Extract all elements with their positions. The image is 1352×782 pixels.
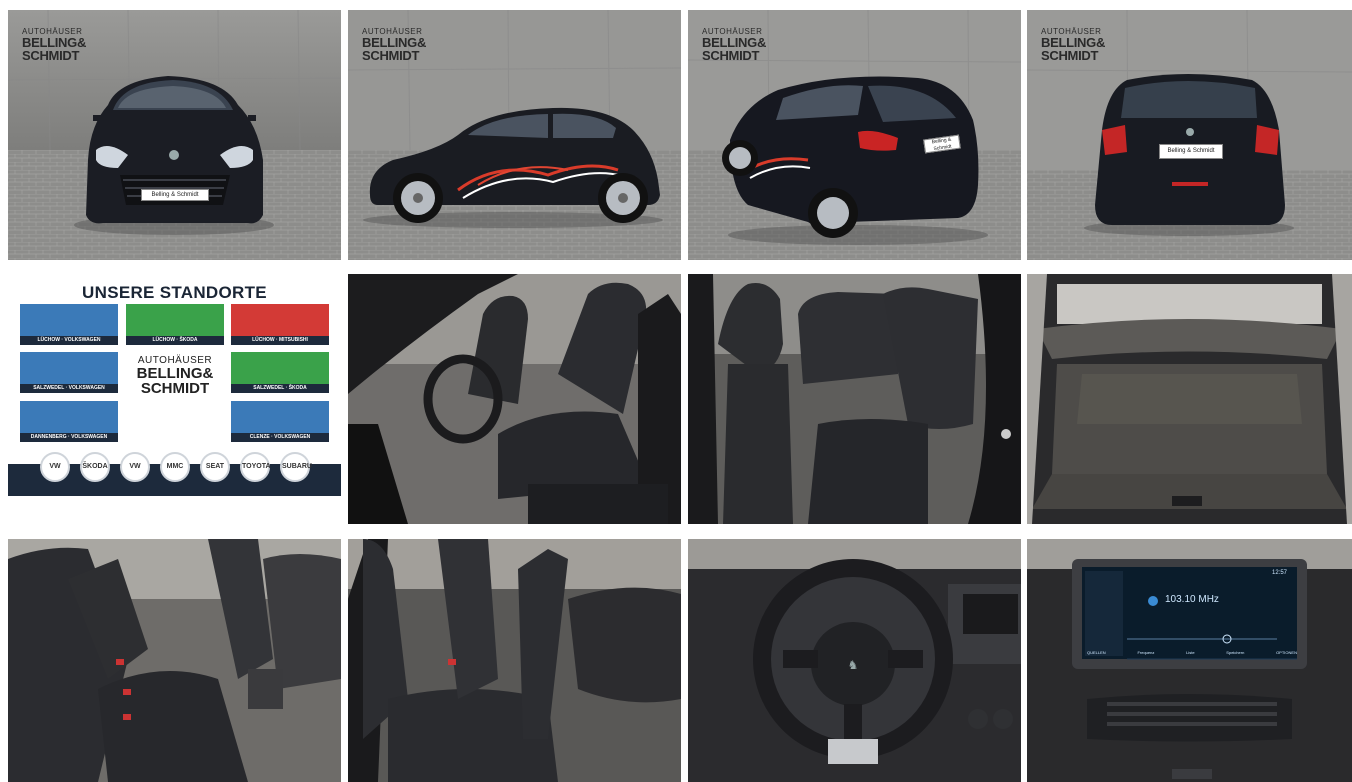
photo-side[interactable]: AUTOHÄUSER BELLING& SCHMIDT (348, 10, 681, 260)
site-photo-1 (20, 304, 118, 336)
site-label-4: SALZWEDEL · VOLKSWAGEN (20, 384, 118, 393)
locations-title: UNSERE STANDORTE (82, 283, 267, 302)
photo-rear-three-quarter[interactable]: AUTOHÄUSER BELLING& SCHMIDT Belling & Sc… (688, 10, 1021, 260)
photo-locations[interactable]: UNSERE STANDORTE LÜCHOW · VOLKSWAGEN LÜC… (8, 274, 341, 496)
site-label-1: LÜCHOW · VOLKSWAGEN (20, 336, 118, 345)
trunk-image (1027, 274, 1352, 524)
photo-front[interactable]: AUTOHÄUSER BELLING& SCHMIDT Belling & Sc… (8, 10, 341, 260)
dealer-logo: AUTOHÄUSER BELLING& SCHMIDT (702, 28, 766, 63)
radio-tab-list[interactable]: Liste (1186, 650, 1194, 655)
brand-logo-toyota: TOYOTA (240, 452, 271, 482)
site-label-7: CLENZE · VOLKSWAGEN (231, 433, 329, 442)
photo-rear[interactable]: AUTOHÄUSER BELLING& SCHMIDT Belling & Sc… (1027, 10, 1352, 260)
photo-gallery: AUTOHÄUSER BELLING& SCHMIDT Belling & Sc… (0, 0, 1352, 782)
dealer-logo: AUTOHÄUSER BELLING& SCHMIDT (362, 28, 426, 63)
photo-rear-bench[interactable] (8, 539, 341, 782)
radio-frequency: 103.10 MHz (1165, 594, 1219, 605)
photo-steering-wheel[interactable]: ♞ (688, 539, 1021, 782)
radio-tab-options[interactable]: OPTIONEN (1276, 650, 1297, 655)
rear-seat-door-image (688, 274, 1021, 524)
dealer-logo: AUTOHÄUSER BELLING& SCHMIDT (1041, 28, 1105, 63)
site-label-2: LÜCHOW · ŠKODA (126, 336, 224, 345)
brand-logo-subaru: SUBARU (280, 452, 312, 482)
rear-bench-image (8, 539, 341, 782)
dealer-logo-line3: SCHMIDT (702, 48, 760, 63)
brand-logo-mitsubishi: MMC (160, 452, 190, 482)
site-label-5: SALZWEDEL · ŠKODA (231, 384, 329, 393)
brand-logo-vw: VW (40, 452, 70, 482)
brand-logo-vw-commercial: VW (120, 452, 150, 482)
radio-tab-save[interactable]: Speichern (1226, 650, 1244, 655)
dealer-logo-line3: SCHMIDT (22, 48, 80, 63)
photo-trunk[interactable] (1027, 274, 1352, 524)
dealer-logo: AUTOHÄUSER BELLING& SCHMIDT (22, 28, 86, 63)
radio-tab-frequency[interactable]: Frequenz (1137, 650, 1154, 655)
radio-tab-bar: QUELLEN Frequenz Liste Speichern OPTIONE… (1087, 650, 1297, 655)
infotainment-image (1027, 539, 1352, 782)
front-seats-image (348, 274, 681, 524)
photo-infotainment[interactable]: 103.10 MHz 12:57 QUELLEN Frequenz Liste … (1027, 539, 1352, 782)
photo-front-seats[interactable] (348, 274, 681, 524)
site-label-6: DANNENBERG · VOLKSWAGEN (20, 433, 118, 442)
photo-passenger-seat[interactable] (348, 539, 681, 782)
passenger-seat-image (348, 539, 681, 782)
dealer-logo-line3: SCHMIDT (1041, 48, 1099, 63)
photo-rear-seat-door[interactable] (688, 274, 1021, 524)
locations-dealer-logo: AUTOHÄUSER BELLING& SCHMIDT (128, 356, 222, 397)
brand-logo-seat: SEAT (200, 452, 230, 482)
license-plate: Belling & Schmidt (1159, 144, 1223, 159)
site-photo-3 (231, 304, 329, 336)
locations-logo-line2: BELLING& (136, 365, 214, 382)
radio-clock: 12:57 (1272, 570, 1288, 576)
site-photo-4 (20, 352, 118, 384)
svg-text:♞: ♞ (848, 658, 859, 672)
steering-wheel-image: ♞ (688, 539, 1021, 782)
site-photo-2 (126, 304, 224, 336)
dealer-logo-line3: SCHMIDT (362, 48, 420, 63)
license-plate: Belling & Schmidt (141, 189, 209, 201)
brand-logo-skoda: ŠKODA (80, 452, 110, 482)
site-photo-5 (231, 352, 329, 384)
site-photo-6 (20, 401, 118, 433)
site-label-3: LÜCHOW · MITSUBISHI (231, 336, 329, 345)
site-photo-7 (231, 401, 329, 433)
radio-tab-sources[interactable]: QUELLEN (1087, 650, 1106, 655)
locations-logo-line3: SCHMIDT (140, 380, 210, 397)
